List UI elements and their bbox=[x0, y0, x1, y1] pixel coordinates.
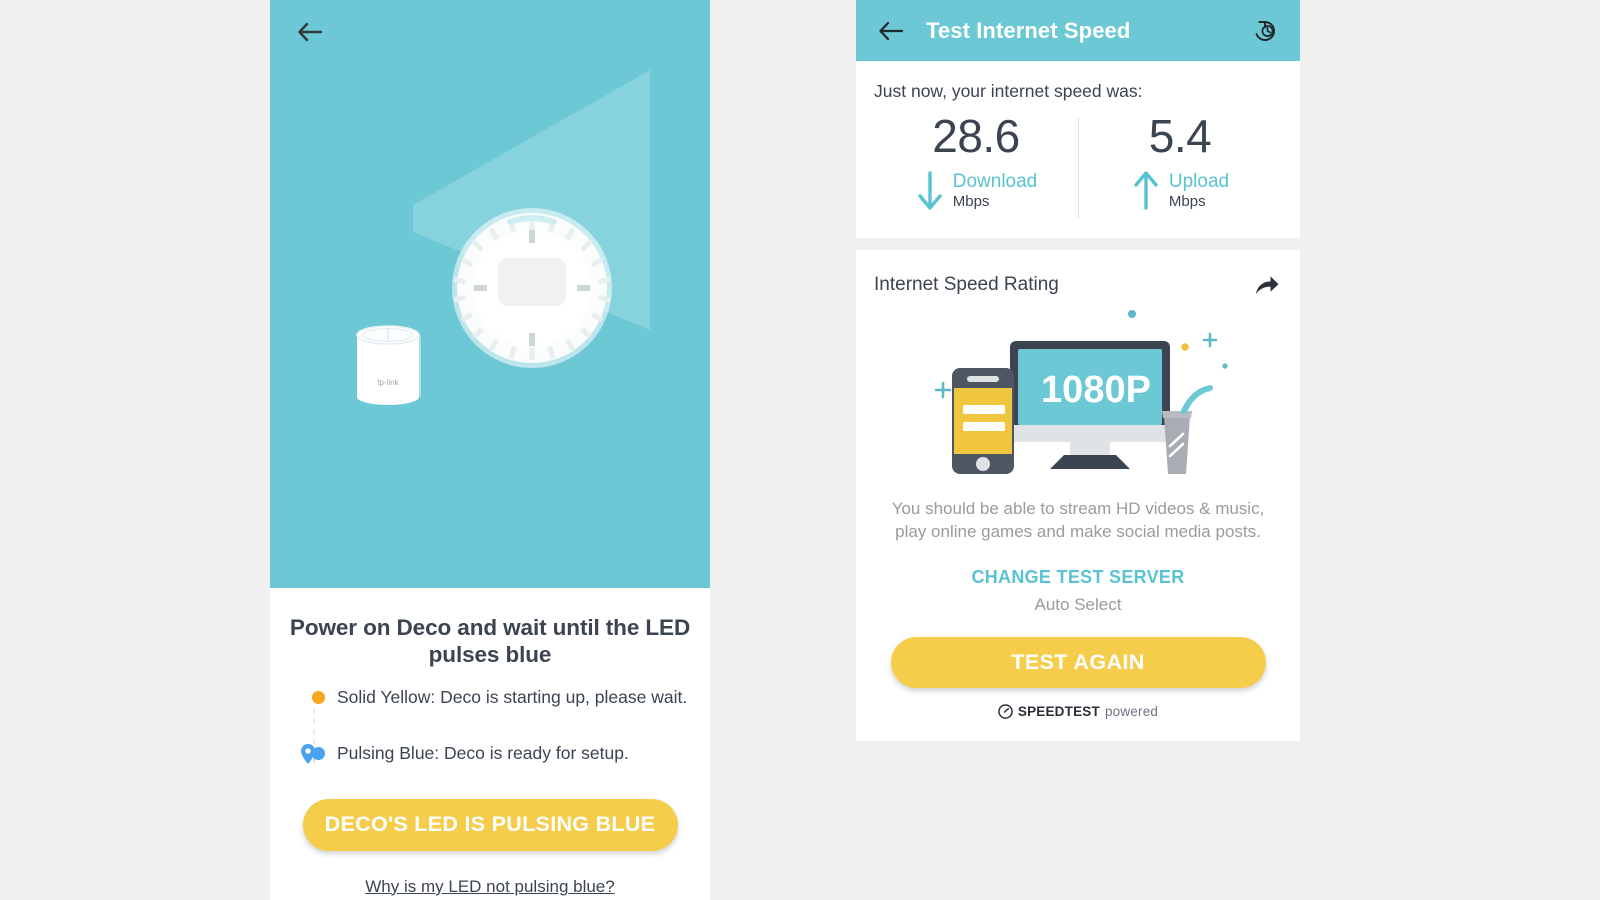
deco-hero-illustration-area: tp-link bbox=[270, 0, 710, 588]
upload-unit: Mbps bbox=[1168, 193, 1206, 211]
vertical-divider bbox=[1078, 118, 1079, 218]
deco-illustration: tp-link bbox=[356, 70, 650, 405]
app-bar: Test Internet Speed bbox=[856, 0, 1300, 61]
left-phone-screen: tp-link Power on Deco and wait until the… bbox=[270, 0, 710, 900]
share-icon bbox=[1256, 275, 1279, 294]
led-state-list: Solid Yellow: Deco is starting up, pleas… bbox=[282, 681, 698, 771]
screenshot-root: tp-link Power on Deco and wait until the… bbox=[0, 0, 1600, 900]
map-pin-icon bbox=[301, 743, 315, 764]
download-unit: Mbps bbox=[952, 193, 990, 211]
upload-label: Upload bbox=[1168, 170, 1230, 192]
share-button[interactable] bbox=[1252, 270, 1282, 300]
back-button[interactable] bbox=[292, 14, 328, 50]
arrow-left-icon bbox=[879, 21, 904, 40]
rating-title: Internet Speed Rating bbox=[874, 273, 1059, 295]
rating-description: You should be able to stream HD videos &… bbox=[891, 498, 1265, 541]
app-bar-title: Test Internet Speed bbox=[926, 17, 1131, 43]
internet-speed-rating-card: Internet Speed Rating 1080P You should b… bbox=[856, 249, 1300, 742]
speedtest-gauge-icon bbox=[998, 704, 1013, 720]
why-not-pulsing-blue-link[interactable]: Why is my LED not pulsing blue? bbox=[282, 877, 698, 897]
upload-value: 5.4 bbox=[1148, 110, 1212, 162]
speed-results-card: Just now, your internet speed was: 28.6 … bbox=[856, 61, 1300, 238]
download-value: 28.6 bbox=[932, 110, 1020, 162]
history-icon bbox=[1255, 20, 1275, 41]
rating-illustration: 1080P bbox=[934, 309, 1228, 474]
led-dot-yellow-icon bbox=[312, 691, 325, 705]
speedtest-attribution: SPEEDTEST powered bbox=[874, 704, 1282, 719]
svg-text:tp-link: tp-link bbox=[377, 378, 399, 387]
back-button[interactable] bbox=[874, 14, 908, 48]
led-state-label: Pulsing Blue: Deco is ready for setup. bbox=[337, 743, 629, 764]
download-label: Download bbox=[952, 170, 1038, 192]
led-pulsing-blue-button[interactable]: DECO'S LED IS PULSING BLUE bbox=[302, 798, 678, 851]
list-item: Pulsing Blue: Deco is ready for setup. bbox=[300, 737, 698, 771]
left-content: Power on Deco and wait until the LED pul… bbox=[270, 614, 710, 897]
selected-server-value: Auto Select bbox=[1034, 595, 1122, 615]
change-test-server-button[interactable]: CHANGE TEST SERVER bbox=[874, 567, 1282, 588]
illustration-resolution-label: 1080P bbox=[1041, 369, 1151, 411]
rating-header: Internet Speed Rating bbox=[874, 270, 1282, 300]
arrow-left-icon bbox=[298, 22, 323, 42]
download-speed-block: 28.6 Download Mbps bbox=[874, 108, 1078, 214]
list-item: Solid Yellow: Deco is starting up, pleas… bbox=[300, 681, 698, 715]
page-title: Power on Deco and wait until the LED pul… bbox=[289, 615, 691, 668]
speedtest-wordmark: SPEEDTEST bbox=[1017, 704, 1100, 720]
test-again-button[interactable]: TEST AGAIN bbox=[890, 637, 1266, 689]
history-button[interactable] bbox=[1248, 14, 1282, 48]
upload-speed-block: 5.4 Upload Mbps bbox=[1078, 108, 1282, 214]
results-caption: Just now, your internet speed was: bbox=[874, 81, 1143, 101]
right-phone-screen: Test Internet Speed Just now, your inter… bbox=[856, 0, 1300, 900]
deco-device-small: tp-link bbox=[356, 325, 421, 405]
arrow-down-icon bbox=[918, 170, 942, 210]
arrow-up-icon bbox=[1134, 170, 1158, 210]
speed-values-row: 28.6 Download Mbps 5.4 Upload Mbps bbox=[874, 108, 1282, 218]
speedtest-powered-label: powered bbox=[1104, 704, 1159, 720]
led-state-label: Solid Yellow: Deco is starting up, pleas… bbox=[337, 687, 688, 708]
